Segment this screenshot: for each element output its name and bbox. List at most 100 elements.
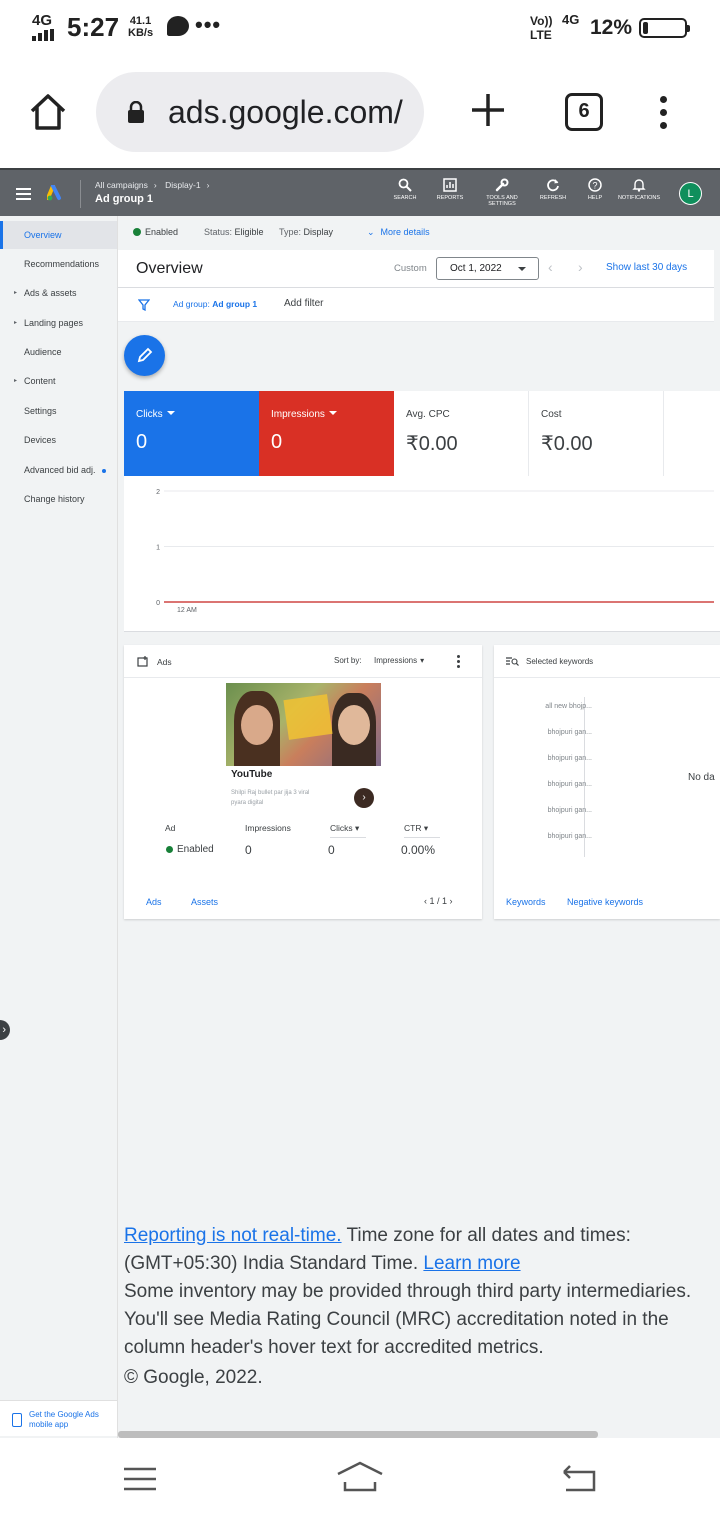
google-ads-logo[interactable] <box>47 185 65 201</box>
metric-card-clicks[interactable]: Clicks 0 <box>124 391 259 476</box>
sidebar-item-devices[interactable]: Devices <box>0 426 117 454</box>
dropdown-caret-icon: ▾ <box>420 656 425 665</box>
keywords-link[interactable]: Keywords <box>506 897 546 907</box>
sidebar-item-overview[interactable]: Overview <box>0 221 117 249</box>
recents-icon[interactable] <box>122 1466 158 1492</box>
sidebar-item-audience[interactable]: Audience <box>0 338 117 366</box>
keyword-label: bhojpuri gan... <box>547 781 592 788</box>
header-notifications-button[interactable]: NOTIFICATIONS <box>617 178 661 201</box>
filter-icon[interactable] <box>138 299 150 311</box>
keyword-label: bhojpuri gan... <box>547 833 592 840</box>
filter-chip[interactable]: Ad group: Ad group 1 <box>173 299 257 309</box>
status-eligible: Status: Eligible <box>204 227 264 237</box>
ad-brand: YouTube <box>231 769 273 780</box>
card-menu-icon[interactable] <box>457 655 461 668</box>
metric-label: Avg. CPC <box>406 409 450 420</box>
expand-arrow-icon: ▸ <box>14 378 18 384</box>
header-refresh-button[interactable]: REFRESH <box>531 178 575 201</box>
breadcrumb-campaign[interactable]: Display-1 <box>165 180 200 190</box>
menu-icon[interactable] <box>16 188 31 200</box>
more-dots-icon: ••• <box>195 12 222 37</box>
dropdown-caret-icon: ▾ <box>421 823 429 833</box>
sidebar-item-content[interactable]: ▸ Content <box>0 367 117 395</box>
keyword-label: bhojpuri gan... <box>547 807 592 814</box>
metric-card-avg-cpc[interactable]: Avg. CPC ₹0.00 <box>394 391 529 476</box>
back-icon[interactable] <box>560 1464 598 1494</box>
add-filter-button[interactable]: Add filter <box>284 298 323 309</box>
ads-link[interactable]: Ads <box>146 897 162 907</box>
metric-label: Cost <box>541 409 562 420</box>
assets-link[interactable]: Assets <box>191 897 218 907</box>
sidebar-item-change-history[interactable]: Change history <box>0 485 117 513</box>
home-icon[interactable] <box>28 92 68 132</box>
new-indicator-dot <box>101 468 106 473</box>
metric-card-impressions[interactable]: Impressions 0 <box>259 391 394 476</box>
column-header-ctr[interactable]: CTR ▾ <box>404 823 428 834</box>
ad-arrow-icon[interactable]: › <box>354 788 374 808</box>
header-reports-button[interactable]: REPORTS <box>428 178 472 201</box>
tab-switcher-button[interactable]: 6 <box>565 93 603 131</box>
battery-percent: 12% <box>590 16 633 39</box>
more-details-link[interactable]: ⌄ More details <box>367 227 430 238</box>
phone-download-icon <box>12 1413 22 1427</box>
new-tab-icon[interactable] <box>470 92 506 128</box>
sidebar-item-ads-assets[interactable]: ▸ Ads & assets <box>0 279 117 307</box>
sidebar-item-recommendations[interactable]: Recommendations <box>0 250 117 278</box>
status-row: Enabled Status: Eligible Type: Display ⌄… <box>118 216 720 250</box>
get-app-link[interactable]: Get the Google Ads mobile app <box>0 1400 117 1436</box>
sort-dropdown[interactable]: Impressions ▾ <box>374 656 424 665</box>
keyword-label: all new bhojp... <box>545 703 592 710</box>
expand-arrow-icon: ▸ <box>14 290 18 296</box>
ad-status: Enabled <box>166 844 214 855</box>
breadcrumb-all-campaigns[interactable]: All campaigns <box>95 180 148 190</box>
date-picker[interactable]: Oct 1, 2022 <box>436 257 539 280</box>
edit-button[interactable] <box>124 335 165 376</box>
negative-keywords-link[interactable]: Negative keywords <box>567 897 643 907</box>
status-enabled[interactable]: Enabled <box>133 227 178 237</box>
signal-icon <box>32 29 54 41</box>
expand-panel-button[interactable]: › <box>0 1020 10 1040</box>
card-title: Selected keywords <box>526 657 594 666</box>
performance-chart: 2 1 0 12 AM <box>124 476 720 632</box>
home-nav-icon[interactable] <box>336 1460 384 1492</box>
next-page-icon[interactable]: › <box>447 896 453 906</box>
chevron-down-icon: ⌄ <box>367 227 375 237</box>
sidebar-item-landing-pages[interactable]: ▸ Landing pages <box>0 309 117 337</box>
dropdown-caret-icon <box>518 267 526 271</box>
reporting-link[interactable]: Reporting is not real-time. <box>124 1225 342 1246</box>
filter-bar: Ad group: Ad group 1 Add filter <box>118 288 714 322</box>
sidebar-item-advanced-bid[interactable]: Advanced bid adj. <box>0 456 117 484</box>
avatar[interactable]: L <box>679 182 702 205</box>
header-help-button[interactable]: ? HELP <box>573 178 617 201</box>
browser-menu-icon[interactable] <box>660 96 668 130</box>
y-tick-label: 2 <box>156 489 160 496</box>
svg-text:?: ? <box>592 181 597 191</box>
no-data-text: No da <box>688 772 715 783</box>
keyword-label: bhojpuri gan... <box>547 755 592 762</box>
ad-preview-image[interactable] <box>226 683 381 766</box>
header-tools-button[interactable]: TOOLS AND SETTINGS <box>480 178 524 207</box>
sidebar-item-settings[interactable]: Settings <box>0 397 117 425</box>
prev-date-icon[interactable]: ‹ <box>548 259 553 275</box>
horizontal-scrollbar[interactable] <box>118 1431 598 1438</box>
header-search-button[interactable]: SEARCH <box>383 178 427 201</box>
column-header-clicks[interactable]: Clicks ▾ <box>330 823 359 834</box>
dropdown-caret-icon: ▾ <box>352 823 360 833</box>
show-last-30-days-link[interactable]: Show last 30 days <box>606 262 687 273</box>
metric-cards: Clicks 0 Impressions 0 Avg. CPC ₹0.00 Co… <box>124 391 720 476</box>
enabled-dot-icon <box>133 228 141 236</box>
metric-label: Clicks <box>136 409 163 420</box>
next-date-icon[interactable]: › <box>578 259 583 275</box>
date-range-label: Custom <box>394 263 427 274</box>
metric-value: ₹0.00 <box>541 433 593 455</box>
column-header-impressions[interactable]: Impressions <box>245 823 291 833</box>
enabled-dot-icon <box>166 846 173 853</box>
column-header-ad: Ad <box>165 823 176 833</box>
search-icon <box>398 178 412 192</box>
url-text[interactable]: ads.google.com/ <box>168 94 403 131</box>
learn-more-link[interactable]: Learn more <box>423 1253 520 1274</box>
metric-value: 0 <box>136 431 148 453</box>
reports-icon <box>443 178 457 192</box>
metric-card-cost[interactable]: Cost ₹0.00 <box>529 391 664 476</box>
ads-header: All campaigns › Display-1 › Ad group 1 SEA… <box>0 168 720 216</box>
